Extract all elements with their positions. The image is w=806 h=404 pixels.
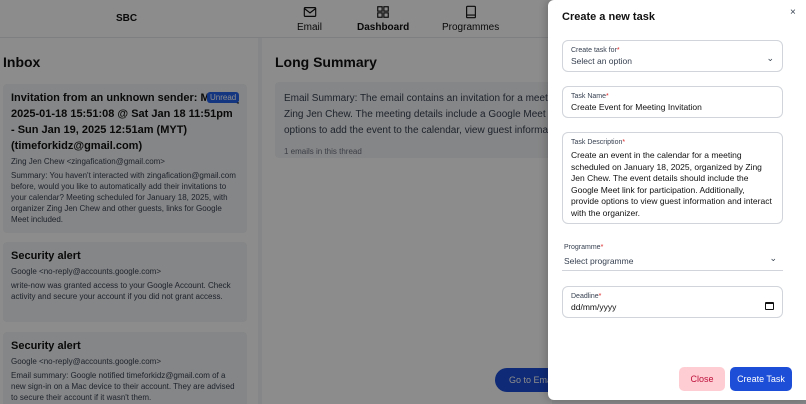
task-description-value: Create an event in the calendar for a me…: [571, 150, 772, 218]
dialog-title: Create a new task: [562, 11, 655, 23]
field-label: Programme*: [564, 244, 604, 251]
calendar-icon[interactable]: [765, 302, 774, 310]
close-button[interactable]: Close: [679, 367, 725, 391]
create-task-for-select[interactable]: Create task for* Select an option ⌄: [562, 40, 783, 72]
programme-select[interactable]: Programme* Select programme ⌄: [562, 241, 783, 271]
field-label: Task Description*: [571, 139, 626, 146]
close-icon[interactable]: ×: [790, 7, 796, 18]
deadline-placeholder: dd/mm/yyyy: [571, 302, 617, 312]
task-name-value: Create Event for Meeting Invitation: [571, 102, 702, 112]
field-label: Deadline*: [571, 293, 602, 300]
chevron-down-icon: ⌄: [766, 53, 774, 63]
field-label: Create task for*: [571, 47, 620, 54]
create-task-dialog: Create a new task × Create task for* Sel…: [548, 0, 806, 400]
select-value: Select an option: [571, 56, 632, 66]
chevron-down-icon: ⌄: [769, 253, 777, 263]
field-label: Task Name*: [571, 93, 609, 100]
deadline-field[interactable]: Deadline* dd/mm/yyyy: [562, 286, 783, 318]
select-value: Select programme: [564, 256, 634, 266]
task-name-field[interactable]: Task Name* Create Event for Meeting Invi…: [562, 86, 783, 118]
task-description-field[interactable]: Task Description* Create an event in the…: [562, 132, 783, 224]
create-task-button[interactable]: Create Task: [730, 367, 792, 391]
